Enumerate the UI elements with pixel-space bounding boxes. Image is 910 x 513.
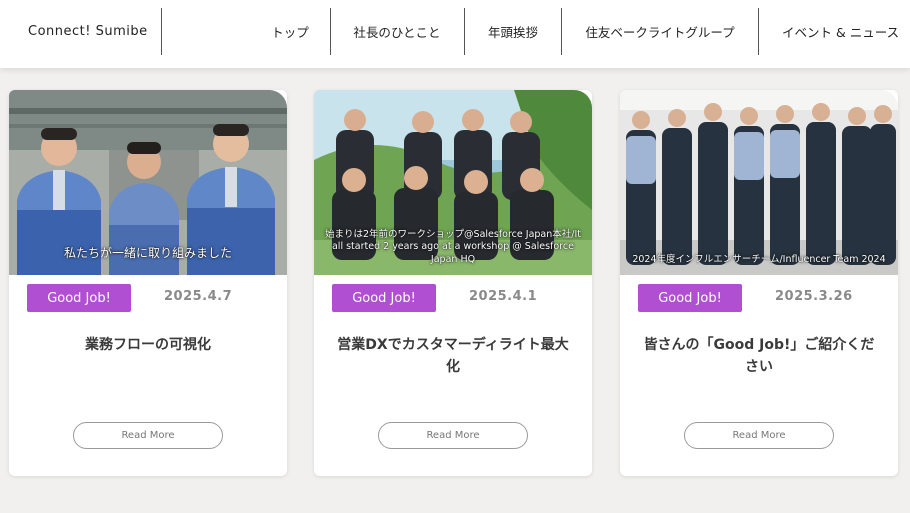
nav-divider bbox=[464, 8, 465, 55]
category-badge[interactable]: Good Job! bbox=[638, 284, 742, 312]
nav-item-top[interactable]: トップ bbox=[262, 0, 318, 62]
card-photo[interactable]: 2024年度インフルエンサーチーム/Influencer Team 2024 bbox=[620, 90, 898, 275]
main-nav: トップ 社長のひとこと 年頭挨拶 住友ベークライトグループ イベント & ニュー… bbox=[0, 0, 910, 62]
article-card[interactable]: 2024年度インフルエンサーチーム/Influencer Team 2024 G… bbox=[620, 90, 898, 476]
post-date: 2025.3.26 bbox=[775, 288, 853, 304]
category-badge[interactable]: Good Job! bbox=[332, 284, 436, 312]
nav-item-president-message[interactable]: 社長のひとこと bbox=[340, 0, 454, 62]
site-header: Connect! Sumibe トップ 社長のひとこと 年頭挨拶 住友ベークライ… bbox=[0, 0, 910, 68]
photo-caption: 始まりは2年前のワークショップ@Salesforce Japan本社/It al… bbox=[325, 228, 581, 266]
article-card[interactable]: 始まりは2年前のワークショップ@Salesforce Japan本社/It al… bbox=[314, 90, 592, 476]
nav-item-events-news[interactable]: イベント & ニュース bbox=[768, 0, 908, 62]
card-photo[interactable]: 始まりは2年前のワークショップ@Salesforce Japan本社/It al… bbox=[314, 90, 592, 275]
photo-caption: 2024年度インフルエンサーチーム/Influencer Team 2024 bbox=[632, 254, 886, 266]
nav-item-new-year-greeting[interactable]: 年頭挨拶 bbox=[474, 0, 552, 62]
read-more-button[interactable]: Read More bbox=[73, 422, 223, 449]
nav-divider bbox=[330, 8, 331, 55]
nav-divider bbox=[758, 8, 759, 55]
card-title[interactable]: 営業DXでカスタマーディライト最大化 bbox=[334, 334, 572, 378]
article-card[interactable]: 私たちが一緒に取り組みました Good Job! 2025.4.7 業務フローの… bbox=[9, 90, 287, 476]
read-more-button[interactable]: Read More bbox=[378, 422, 528, 449]
card-photo[interactable]: 私たちが一緒に取り組みました bbox=[9, 90, 287, 275]
card-title[interactable]: 業務フローの可視化 bbox=[29, 334, 267, 356]
nav-item-group[interactable]: 住友ベークライトグループ bbox=[571, 0, 749, 62]
photo-caption: 私たちが一緒に取り組みました bbox=[63, 245, 232, 260]
card-title[interactable]: 皆さんの「Good Job!」ご紹介ください bbox=[640, 334, 878, 378]
post-date: 2025.4.1 bbox=[469, 288, 538, 304]
nav-divider bbox=[561, 8, 562, 55]
post-date: 2025.4.7 bbox=[164, 288, 233, 304]
read-more-button[interactable]: Read More bbox=[684, 422, 834, 449]
category-badge[interactable]: Good Job! bbox=[27, 284, 131, 312]
